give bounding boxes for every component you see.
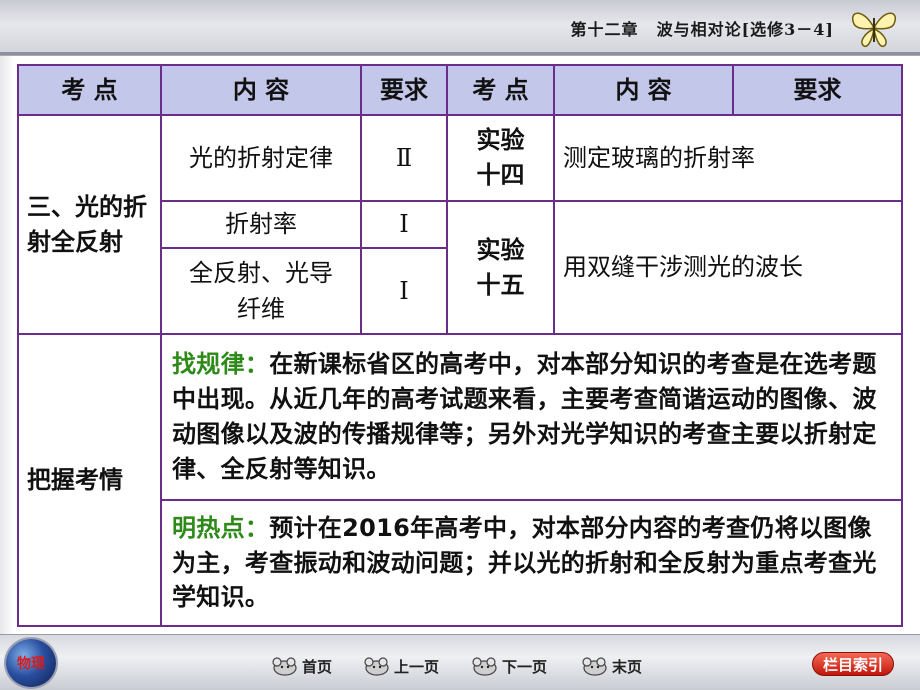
column-header: 考 点 <box>17 64 162 116</box>
column-header: 内 容 <box>160 64 362 116</box>
hotspot-paragraph: 明热点：预计在2016年高考中，对本部分内容的考查仍将以图像为主，考查振动和波动… <box>160 499 903 627</box>
column-header: 要求 <box>732 64 903 116</box>
content-cell: 光的折射定律 <box>160 114 362 202</box>
chapter-module: [选修3－4] <box>741 20 834 39</box>
requirement-cell: Ⅰ <box>360 200 448 249</box>
section-topic: 三、光的折射全反射 <box>17 114 162 335</box>
pattern-paragraph: 找规律：在新课标省区的高考中，对本部分知识的考查是在选考题中出现。从近几年的高考… <box>160 333 903 501</box>
content-cell: 折射率 <box>160 200 362 249</box>
mouse-icon <box>472 657 497 676</box>
column-header: 要求 <box>360 64 448 116</box>
mouse-icon <box>582 657 607 676</box>
table-header-row: 考 点 内 容 要求 考 点 内 容 要求 <box>17 64 903 116</box>
analysis-label: 把握考情 <box>17 333 162 627</box>
nav-prev-label: 上一页 <box>394 657 440 676</box>
hotspot-text: 预计在2016年高考中，对本部分内容的考查仍将以图像为主，考查振动和波动问题；并… <box>172 513 877 612</box>
butterfly-icon <box>851 12 897 48</box>
requirement-cell: Ⅰ <box>360 247 448 335</box>
column-header: 内 容 <box>553 64 734 116</box>
mouse-icon <box>364 657 389 676</box>
subject-logo-text: 物理 <box>17 656 45 672</box>
chapter-title: 第十二章 波与相对论[选修3－4] <box>571 16 834 40</box>
experiment-name-text: 实验十四 <box>476 126 525 189</box>
experiment-name: 实验十五 <box>446 200 555 335</box>
section-index-button[interactable]: 栏目索引 <box>812 652 894 676</box>
nav-next-label: 下一页 <box>502 657 548 676</box>
pattern-label: 找规律： <box>172 350 270 379</box>
table-row: 把握考情 找规律：在新课标省区的高考中，对本部分知识的考查是在选考题中出现。从近… <box>17 333 903 627</box>
header-divider <box>0 52 920 55</box>
chapter-name: 波与相对论 <box>656 20 742 39</box>
table-row: 三、光的折射全反射 光的折射定律 Ⅱ 实验十四 测定玻璃的折射率 <box>17 114 903 335</box>
mouse-icon <box>272 657 297 676</box>
hotspot-label: 明热点： <box>172 513 270 542</box>
content-cell: 全反射、光导纤维 <box>160 247 362 335</box>
experiment-name: 实验十四 <box>446 114 555 202</box>
nav-home-button[interactable]: 首页 <box>270 654 332 678</box>
requirement-cell: Ⅱ <box>360 114 448 202</box>
experiment-name-text: 实验十五 <box>476 235 525 299</box>
bottom-nav-bar <box>0 634 920 690</box>
chapter-number: 第十二章 <box>570 20 639 39</box>
nav-last-button[interactable]: 末页 <box>580 654 642 678</box>
left-decoration <box>0 56 14 634</box>
column-header: 考 点 <box>446 64 555 116</box>
nav-home-label: 首页 <box>302 657 333 676</box>
experiment-content: 用双缝干涉测光的波长 <box>553 200 903 335</box>
nav-last-label: 末页 <box>612 657 643 676</box>
exam-points-table: 考 点 内 容 要求 考 点 内 容 要求 三、光的折射全反射 光的折射定律 Ⅱ… <box>17 64 903 627</box>
nav-next-button[interactable]: 下一页 <box>470 654 547 678</box>
content-text: 全反射、光导纤维 <box>189 259 333 323</box>
pattern-text: 在新课标省区的高考中，对本部分知识的考查是在选考题中出现。从近几年的高考试题来看… <box>172 350 877 483</box>
nav-prev-button[interactable]: 上一页 <box>362 654 439 678</box>
experiment-content: 测定玻璃的折射率 <box>553 114 903 202</box>
subject-logo: 物理 <box>6 639 56 687</box>
